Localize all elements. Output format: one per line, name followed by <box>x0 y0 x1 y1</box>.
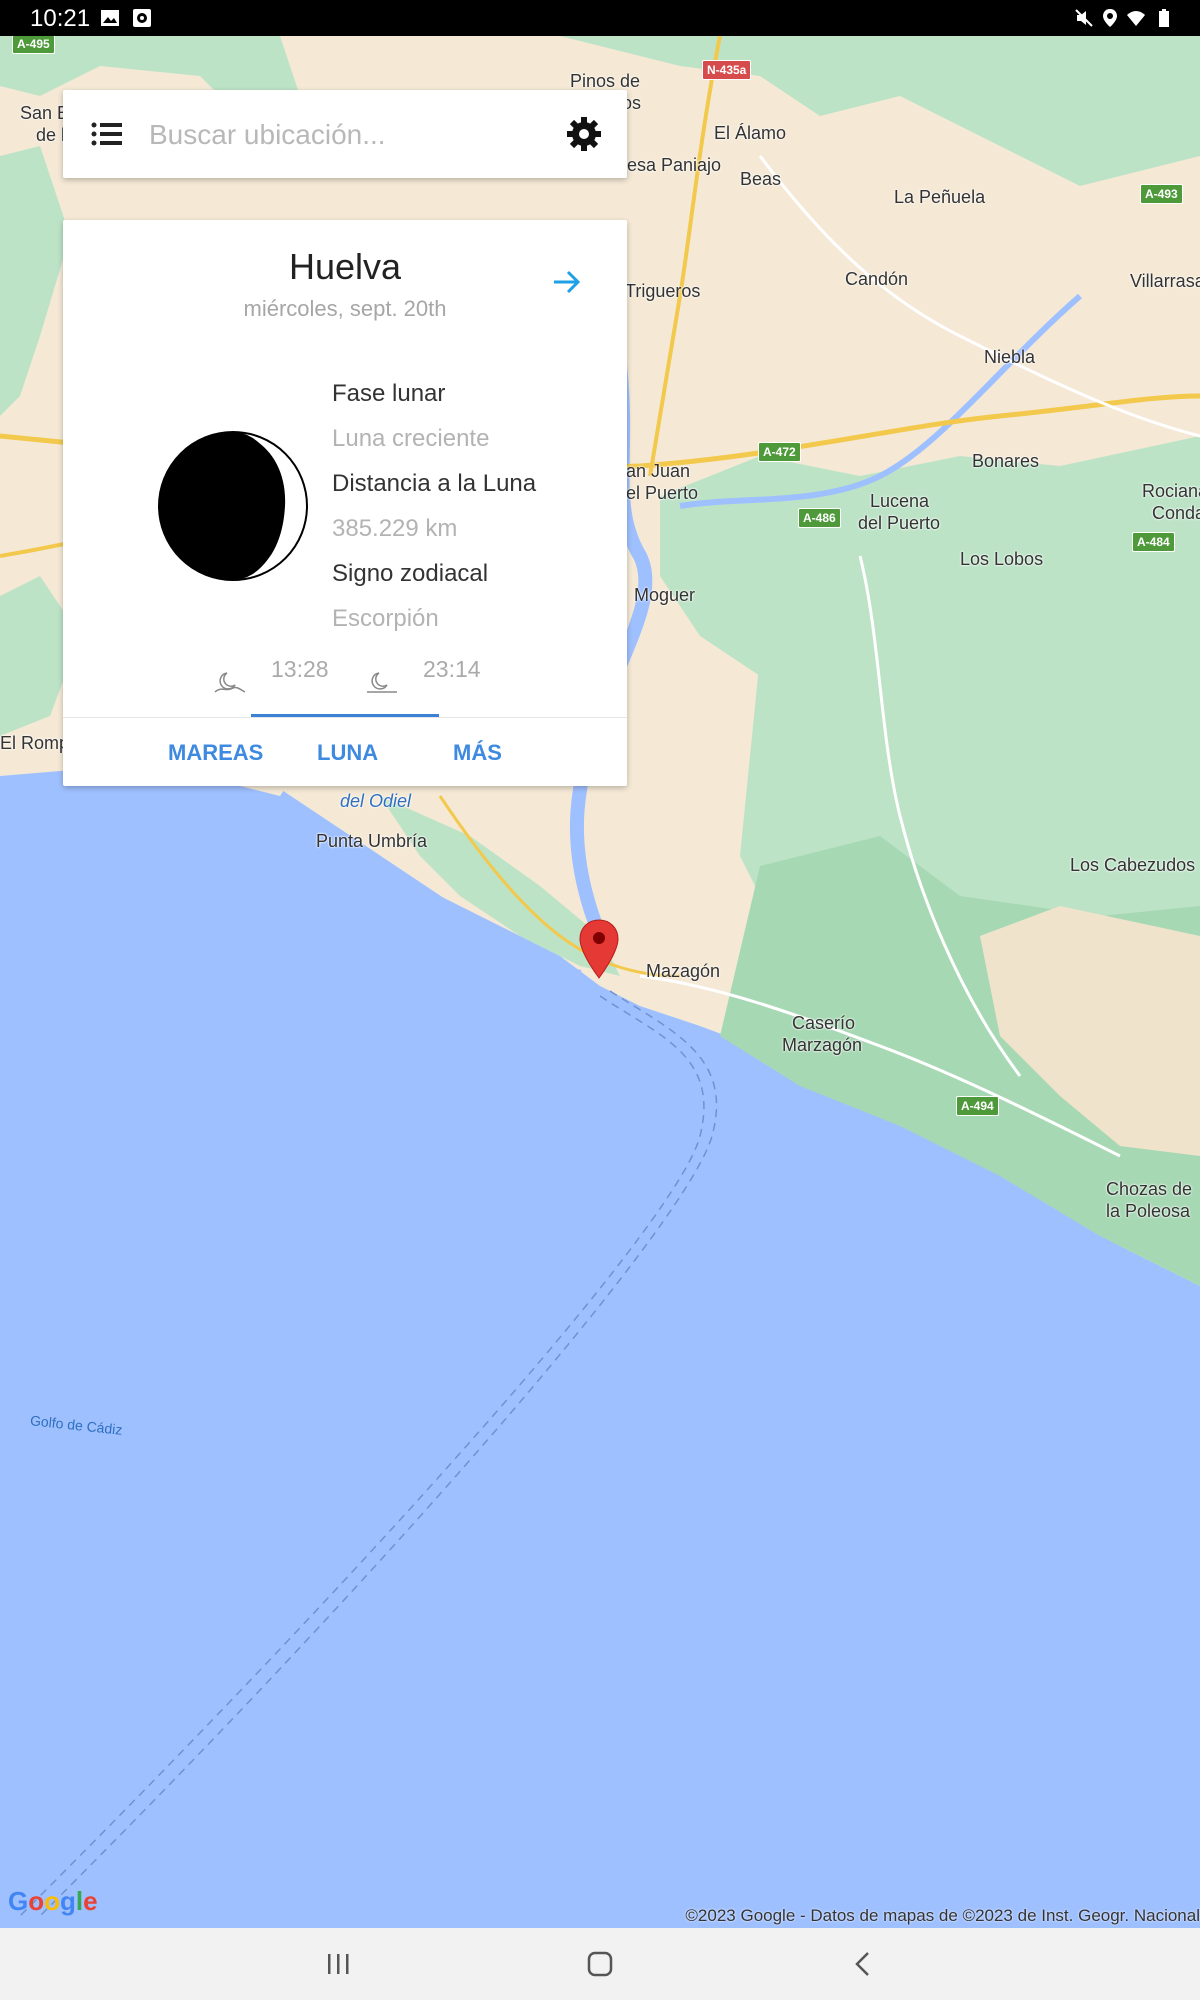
map-label-niebla: Niebla <box>984 347 1036 367</box>
map-label-los-cabezudos: Los Cabezudos <box>1070 855 1196 875</box>
map-label-punta-umbria: Punta Umbría <box>316 831 428 851</box>
moon-phase-icon <box>158 431 308 581</box>
distance-label: Distancia a la Luna <box>332 470 537 497</box>
map-label-chozas: Chozas de <box>1106 1179 1193 1199</box>
road-shield-a493: A-493 <box>1140 184 1183 204</box>
zodiac-label: Signo zodiacal <box>332 560 489 587</box>
road-shield-a494: A-494 <box>956 1096 999 1116</box>
list-icon[interactable] <box>89 116 125 152</box>
road-shield-a486: A-486 <box>798 508 841 528</box>
wifi-icon <box>1127 11 1145 26</box>
map-label-del-puerto: del Puerto <box>858 513 941 533</box>
status-bar: 10:21 <box>0 0 1200 36</box>
map-label-candon: Candón <box>845 269 909 289</box>
google-logo: Google <box>8 1886 98 1916</box>
navigation-bar <box>0 1928 1200 2000</box>
road-shield-a495: A-495 <box>12 36 55 54</box>
back-icon[interactable] <box>846 1946 882 1982</box>
arrow-right-icon[interactable] <box>549 264 585 300</box>
mute-icon <box>1075 9 1093 27</box>
search-input[interactable] <box>147 110 541 160</box>
screen-record-icon <box>133 9 151 27</box>
zodiac-value: Escorpión <box>332 605 439 632</box>
map-copyright: ©2023 Google - Datos de mapas de ©2023 d… <box>685 1906 1200 1925</box>
moonset-icon <box>367 672 397 693</box>
map-label-rociana: Rociana <box>1142 481 1200 501</box>
map-label-caserio: Caserío <box>792 1013 856 1033</box>
map-label-moguer: Moguer <box>634 585 696 605</box>
home-icon[interactable] <box>582 1946 618 1982</box>
tab-luna[interactable]: LUNA <box>317 740 378 766</box>
map-label-lucena: Lucena <box>870 491 930 511</box>
tab-mareas[interactable]: MAREAS <box>168 740 263 766</box>
road-shield-n435a: N-435a <box>702 60 752 80</box>
location-pin-icon[interactable] <box>578 918 620 980</box>
recent-apps-icon[interactable] <box>320 1946 356 1982</box>
moonrise-icon <box>214 672 246 693</box>
road-shield-a484: A-484 <box>1132 532 1175 552</box>
search-bar <box>63 90 627 178</box>
distance-value: 385.229 km <box>332 515 458 542</box>
map-label-el-alamo: El Álamo <box>714 123 787 143</box>
moonrise-time: 13:28 <box>271 656 329 682</box>
map-label-san-juan: an Juan <box>626 461 691 481</box>
map-label-paniajo: esa Paniajo <box>627 155 722 175</box>
map-label-trigueros: Trigueros <box>625 281 701 301</box>
road-shield-a472: A-472 <box>758 442 801 462</box>
map-label-pinos: Pinos de <box>570 71 641 91</box>
map-label-bonares: Bonares <box>972 451 1040 471</box>
map-label-del-odiel: del Odiel <box>340 791 412 811</box>
map-label-villarrasa: Villarrasa <box>1130 271 1200 291</box>
city-name: Huelva <box>288 246 402 287</box>
map-label-la-poleosa: la Poleosa <box>1106 1201 1191 1221</box>
battery-icon <box>1159 9 1169 27</box>
image-notification-icon <box>101 10 119 26</box>
moonset-time: 23:14 <box>423 656 481 682</box>
tab-mas[interactable]: MÁS <box>453 740 502 766</box>
phase-label: Fase lunar <box>332 380 446 407</box>
map-label-marzagon: Marzagón <box>782 1035 863 1055</box>
map-label-los-lobos: Los Lobos <box>960 549 1044 569</box>
map-label-beas: Beas <box>740 169 782 189</box>
map-label-de-l: de l <box>36 125 66 145</box>
gear-icon[interactable] <box>565 115 603 153</box>
map-label-conda: Conda <box>1152 503 1200 523</box>
map-label-san-b: San B <box>20 103 70 123</box>
status-time: 10:21 <box>30 5 91 32</box>
map-label-mazagon: Mazagón <box>646 961 721 981</box>
map-label-el-puerto: el Puerto <box>626 483 699 503</box>
map-label-la-penuela: La Peñuela <box>894 187 986 207</box>
moon-info-card: Huelva miércoles, sept. 20th Fase lunar … <box>63 220 627 786</box>
card-date: miércoles, sept. 20th <box>243 296 447 321</box>
card-divider <box>63 717 627 718</box>
phase-value: Luna creciente <box>332 425 490 452</box>
location-icon <box>1103 9 1117 27</box>
